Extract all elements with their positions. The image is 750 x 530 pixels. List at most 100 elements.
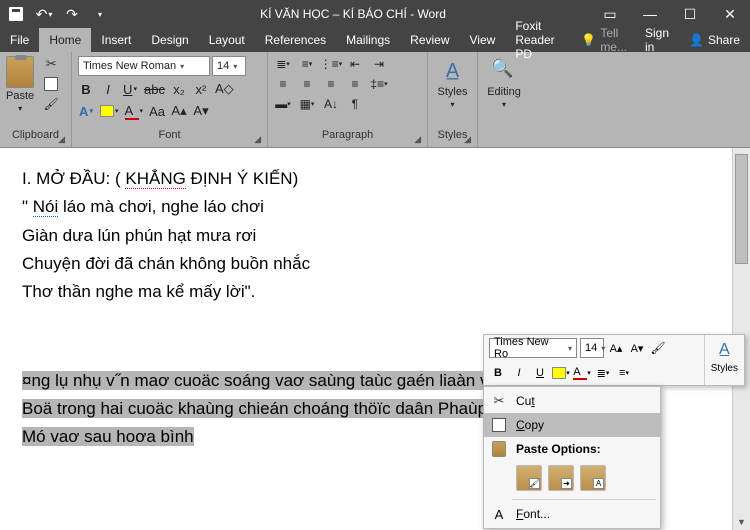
tell-me-search[interactable]: 💡Tell me... <box>573 28 635 52</box>
mini-numbering-button[interactable]: ≡▾ <box>615 364 633 382</box>
paragraph-launcher-icon[interactable]: ◢ <box>414 134 421 145</box>
mini-shrink-font-button[interactable]: A▾ <box>628 339 646 357</box>
mini-styles-icon: A̲ <box>711 337 737 363</box>
numbering-button[interactable]: ≡▾ <box>298 56 316 72</box>
paste-keep-source-button[interactable]: 🖌 <box>516 465 542 491</box>
align-center-button[interactable]: ≡ <box>298 76 316 92</box>
tab-design[interactable]: Design <box>141 28 198 52</box>
qat-customize-icon[interactable]: ▾ <box>92 6 108 22</box>
doc-line[interactable]: Giàn dưa lún phún hạt mưa rơi <box>22 223 728 249</box>
share-icon: 👤 <box>689 33 704 47</box>
sort-button[interactable]: A↓ <box>322 96 340 112</box>
mini-format-painter-button[interactable] <box>649 339 667 357</box>
paste-merge-button[interactable]: ➜ <box>548 465 574 491</box>
change-case-button[interactable]: Aa <box>149 102 165 120</box>
font-dialog-icon: A <box>490 507 508 522</box>
text-effects-button[interactable]: A▾ <box>78 102 94 120</box>
cut-button[interactable] <box>42 56 60 72</box>
mini-font-name-select[interactable]: Times New Ro▾ <box>489 338 577 358</box>
styles-button[interactable]: A̲ Styles ▾ <box>434 56 472 111</box>
tab-review[interactable]: Review <box>400 28 459 52</box>
font-name-select[interactable]: Times New Roman▾ <box>78 56 210 76</box>
format-painter-button[interactable] <box>42 96 60 112</box>
highlight-button[interactable]: ▾ <box>100 102 119 120</box>
mini-highlight-button[interactable]: ▾ <box>552 364 570 382</box>
italic-button[interactable]: I <box>100 80 116 98</box>
clipboard-launcher-icon[interactable]: ◢ <box>58 134 65 145</box>
doc-line[interactable]: Thơ thần nghe ma kể mấy lời". <box>22 279 728 305</box>
doc-line[interactable]: I. MỞ ĐẦU: ( KHẲNG ĐỊNH Ý KIẾN) <box>22 166 728 192</box>
sign-in-link[interactable]: Sign in <box>635 28 679 52</box>
paste-text-only-button[interactable]: A <box>580 465 606 491</box>
minimize-button[interactable]: — <box>630 0 670 28</box>
mini-underline-button[interactable]: U <box>531 364 549 382</box>
increase-indent-button[interactable]: ⇥ <box>370 56 388 72</box>
group-font: Times New Roman▾ 14▾ B I U▾ abc x₂ x² A◇… <box>72 52 268 147</box>
ctx-copy[interactable]: Copy <box>484 413 660 437</box>
tab-view[interactable]: View <box>460 28 506 52</box>
maximize-button[interactable]: ☐ <box>670 0 710 28</box>
doc-line[interactable]: " Nói láo mà chơi, nghe láo chơi <box>22 194 728 220</box>
styles-launcher-icon[interactable]: ◢ <box>464 134 471 145</box>
mini-toolbar: Times New Ro▾ 14▾ A▴ A▾ B I U ▾ A▾ ≣▾ ≡▾… <box>483 334 745 386</box>
copy-button[interactable] <box>42 76 60 92</box>
mini-bold-button[interactable]: B <box>489 364 507 382</box>
line-spacing-button[interactable]: ‡≡▾ <box>370 76 388 92</box>
shrink-font-button[interactable]: A▾ <box>193 102 209 120</box>
mini-font-color-button[interactable]: A▾ <box>573 364 591 382</box>
title-bar: ↶▾ ↷ ▾ KÍ VĂN HỌC – KÍ BÁO CHÍ - Word ▭ … <box>0 0 750 28</box>
ctx-font[interactable]: A Font... <box>484 502 660 526</box>
bold-button[interactable]: B <box>78 80 94 98</box>
grow-font-button[interactable]: A▴ <box>171 102 187 120</box>
paste-button[interactable]: Paste ▾ <box>6 56 34 113</box>
tab-foxit[interactable]: Foxit Reader PD <box>505 28 573 52</box>
tab-layout[interactable]: Layout <box>199 28 255 52</box>
mini-font-size-select[interactable]: 14▾ <box>580 338 604 358</box>
decrease-indent-button[interactable]: ⇤ <box>346 56 364 72</box>
ribbon-tabs: File Home Insert Design Layout Reference… <box>0 28 750 52</box>
doc-line[interactable]: Chuyện đời đã chán không buồn nhắc <box>22 251 728 277</box>
close-button[interactable]: ✕ <box>710 0 750 28</box>
arrow-badge-icon: ➜ <box>561 478 572 489</box>
scrollbar-thumb[interactable] <box>735 154 748 264</box>
font-size-select[interactable]: 14▾ <box>212 56 246 76</box>
justify-button[interactable]: ≡ <box>346 76 364 92</box>
bullets-button[interactable]: ≣▾ <box>274 56 292 72</box>
mini-italic-button[interactable]: I <box>510 364 528 382</box>
ctx-cut[interactable]: Cut <box>484 389 660 413</box>
save-icon[interactable] <box>8 6 24 22</box>
show-marks-button[interactable]: ¶ <box>346 96 364 112</box>
undo-icon[interactable]: ↶▾ <box>36 6 52 22</box>
group-clipboard: Paste ▾ Clipboard◢ <box>0 52 72 147</box>
ribbon-display-icon[interactable]: ▭ <box>590 0 630 28</box>
font-launcher-icon[interactable]: ◢ <box>254 134 261 145</box>
bulb-icon: 💡 <box>581 33 596 47</box>
tab-home[interactable]: Home <box>39 28 91 52</box>
font-color-button[interactable]: A▾ <box>125 102 144 120</box>
tab-mailings[interactable]: Mailings <box>336 28 400 52</box>
align-left-button[interactable]: ≡ <box>274 76 292 92</box>
ctx-paste-options-header: Paste Options: <box>484 437 660 461</box>
tab-file[interactable]: File <box>0 28 39 52</box>
tab-insert[interactable]: Insert <box>91 28 141 52</box>
strikethrough-button[interactable]: abc <box>144 80 165 98</box>
share-button[interactable]: 👤Share <box>679 28 750 52</box>
mini-bullets-button[interactable]: ≣▾ <box>594 364 612 382</box>
redo-icon[interactable]: ↷ <box>64 6 80 22</box>
styles-icon: A̲ <box>440 58 466 84</box>
scroll-down-icon[interactable]: ▼ <box>733 514 750 530</box>
align-right-button[interactable]: ≡ <box>322 76 340 92</box>
shading-button[interactable]: ▬▾ <box>274 96 292 112</box>
clear-formatting-button[interactable]: A◇ <box>215 80 234 98</box>
borders-button[interactable]: ▦▾ <box>298 96 316 112</box>
editing-button[interactable]: 🔍 Editing ▾ <box>483 56 525 111</box>
quick-access-toolbar: ↶▾ ↷ ▾ <box>0 6 116 22</box>
mini-grow-font-button[interactable]: A▴ <box>607 339 625 357</box>
tab-references[interactable]: References <box>255 28 336 52</box>
subscript-button[interactable]: x₂ <box>171 80 187 98</box>
superscript-button[interactable]: x² <box>193 80 209 98</box>
multilevel-button[interactable]: ⋮≡▾ <box>322 56 340 72</box>
underline-button[interactable]: U▾ <box>122 80 138 98</box>
context-menu: Cut Copy Paste Options: 🖌 ➜ A A Font... <box>483 386 661 529</box>
mini-styles-button[interactable]: A̲ Styles <box>704 335 744 385</box>
